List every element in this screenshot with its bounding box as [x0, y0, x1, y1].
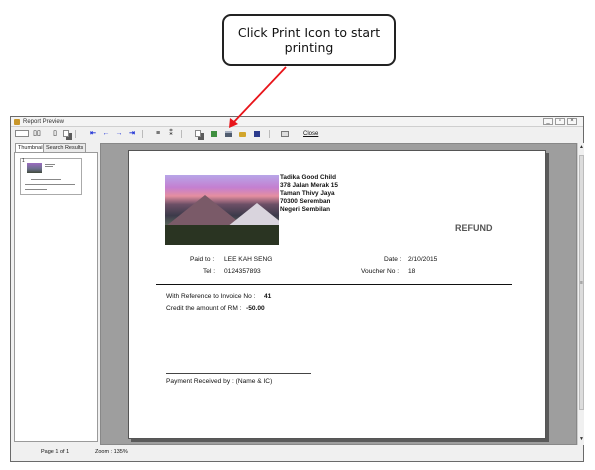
- status-page: Page 1 of 1: [41, 449, 70, 455]
- save-icon[interactable]: [254, 131, 260, 137]
- thumbnail-line: [25, 184, 75, 185]
- new-page-icon[interactable]: [195, 130, 201, 137]
- report-page: Tadika Good Child 378 Jalan Merak 15 Tam…: [128, 150, 546, 439]
- print-setup-icon[interactable]: [211, 131, 217, 137]
- company-name: Tadika Good Child: [280, 174, 336, 181]
- company-address-3: 70300 Seremban: [280, 198, 331, 205]
- goto-page-icon[interactable]: ≡: [154, 130, 162, 138]
- scroll-up-icon[interactable]: ▲: [578, 144, 585, 150]
- first-page-icon[interactable]: ⇤: [89, 130, 97, 138]
- toggle-sidebar-icon[interactable]: [281, 131, 289, 137]
- minimize-button[interactable]: _: [543, 118, 553, 125]
- toolbar-separator: [142, 130, 143, 138]
- thumbnail-line: [25, 189, 47, 190]
- tab-search-results[interactable]: Search Results: [43, 143, 87, 152]
- toolbar: ▯▯ ▯ ⇤ ← → ⇥ ≡ ⁑ Close: [11, 128, 583, 140]
- voucher-label: Voucher No :: [361, 268, 400, 275]
- thumbnail-number: 1: [22, 158, 25, 164]
- single-page-view-icon[interactable]: [15, 130, 29, 137]
- window-title: Report Preview: [23, 119, 65, 125]
- company-photo: [165, 175, 279, 245]
- prev-page-icon[interactable]: ←: [102, 130, 110, 138]
- app-icon: [14, 119, 20, 125]
- toolbar-separator: [181, 130, 182, 138]
- print-icon[interactable]: [225, 131, 232, 137]
- invoice-no: 41: [264, 293, 272, 300]
- callout-line-1: Click Print Icon to start: [237, 25, 381, 40]
- maximize-button[interactable]: ▫: [555, 118, 565, 125]
- callout-box: Click Print Icon to start printing: [222, 14, 396, 66]
- paid-to-value: LEE KAH SENG: [224, 256, 273, 263]
- thumbnail-line: [31, 179, 61, 180]
- photo-trees: [165, 225, 279, 245]
- credit-label: Credit the amount of RM :: [166, 305, 242, 312]
- credit-amount: -50.00: [246, 305, 265, 312]
- company-address-2: Taman Thivy Jaya: [280, 190, 335, 197]
- thumbnail-line: [45, 164, 55, 165]
- vertical-scrollbar[interactable]: ▲ ≡ ▼: [577, 143, 584, 445]
- close-window-button[interactable]: ×: [567, 118, 577, 125]
- scroll-down-icon[interactable]: ▼: [578, 436, 585, 442]
- tel-value: 0124357893: [224, 268, 261, 275]
- date-label: Date :: [384, 256, 402, 263]
- next-page-icon[interactable]: →: [115, 130, 123, 138]
- divider-line: [156, 284, 512, 285]
- title-bar: Report Preview _ ▫ ×: [11, 117, 583, 127]
- invoice-ref-label: With Reference to Invoice No :: [166, 293, 256, 300]
- tel-label: Tel :: [203, 268, 216, 275]
- thumbnail-panel: 1: [14, 152, 98, 442]
- toolbar-separator: [269, 130, 270, 138]
- last-page-icon[interactable]: ⇥: [128, 130, 136, 138]
- toolbar-separator: [75, 130, 76, 138]
- signature-line: [166, 373, 311, 374]
- thumbnail-line: [45, 166, 53, 167]
- photo-mountain: [227, 203, 279, 227]
- page-width-icon[interactable]: [63, 130, 69, 137]
- multi-page-view-icon[interactable]: ▯: [51, 130, 59, 138]
- find-icon[interactable]: ⁑: [167, 130, 175, 138]
- company-address-4: Negeri Sembilan: [280, 206, 331, 213]
- received-by-label: Payment Received by : (Name & IC): [166, 378, 273, 385]
- document-type: REFUND: [455, 223, 493, 233]
- scroll-grip-icon: ≡: [580, 280, 583, 286]
- thumbnail-image: [27, 163, 42, 173]
- company-address-1: 378 Jalan Merak 15: [280, 182, 338, 189]
- page-thumbnail[interactable]: 1: [20, 158, 82, 195]
- status-zoom: Zoom : 135%: [95, 449, 128, 455]
- company-block: Tadika Good Child 378 Jalan Merak 15 Tam…: [280, 174, 338, 214]
- close-button[interactable]: Close: [303, 130, 318, 138]
- paid-to-label: Paid to :: [190, 256, 215, 263]
- two-page-view-icon[interactable]: ▯▯: [33, 130, 41, 138]
- voucher-value: 18: [408, 268, 416, 275]
- date-value: 2/10/2015: [408, 256, 438, 263]
- callout-line-2: printing: [284, 40, 334, 55]
- open-icon[interactable]: [239, 132, 246, 137]
